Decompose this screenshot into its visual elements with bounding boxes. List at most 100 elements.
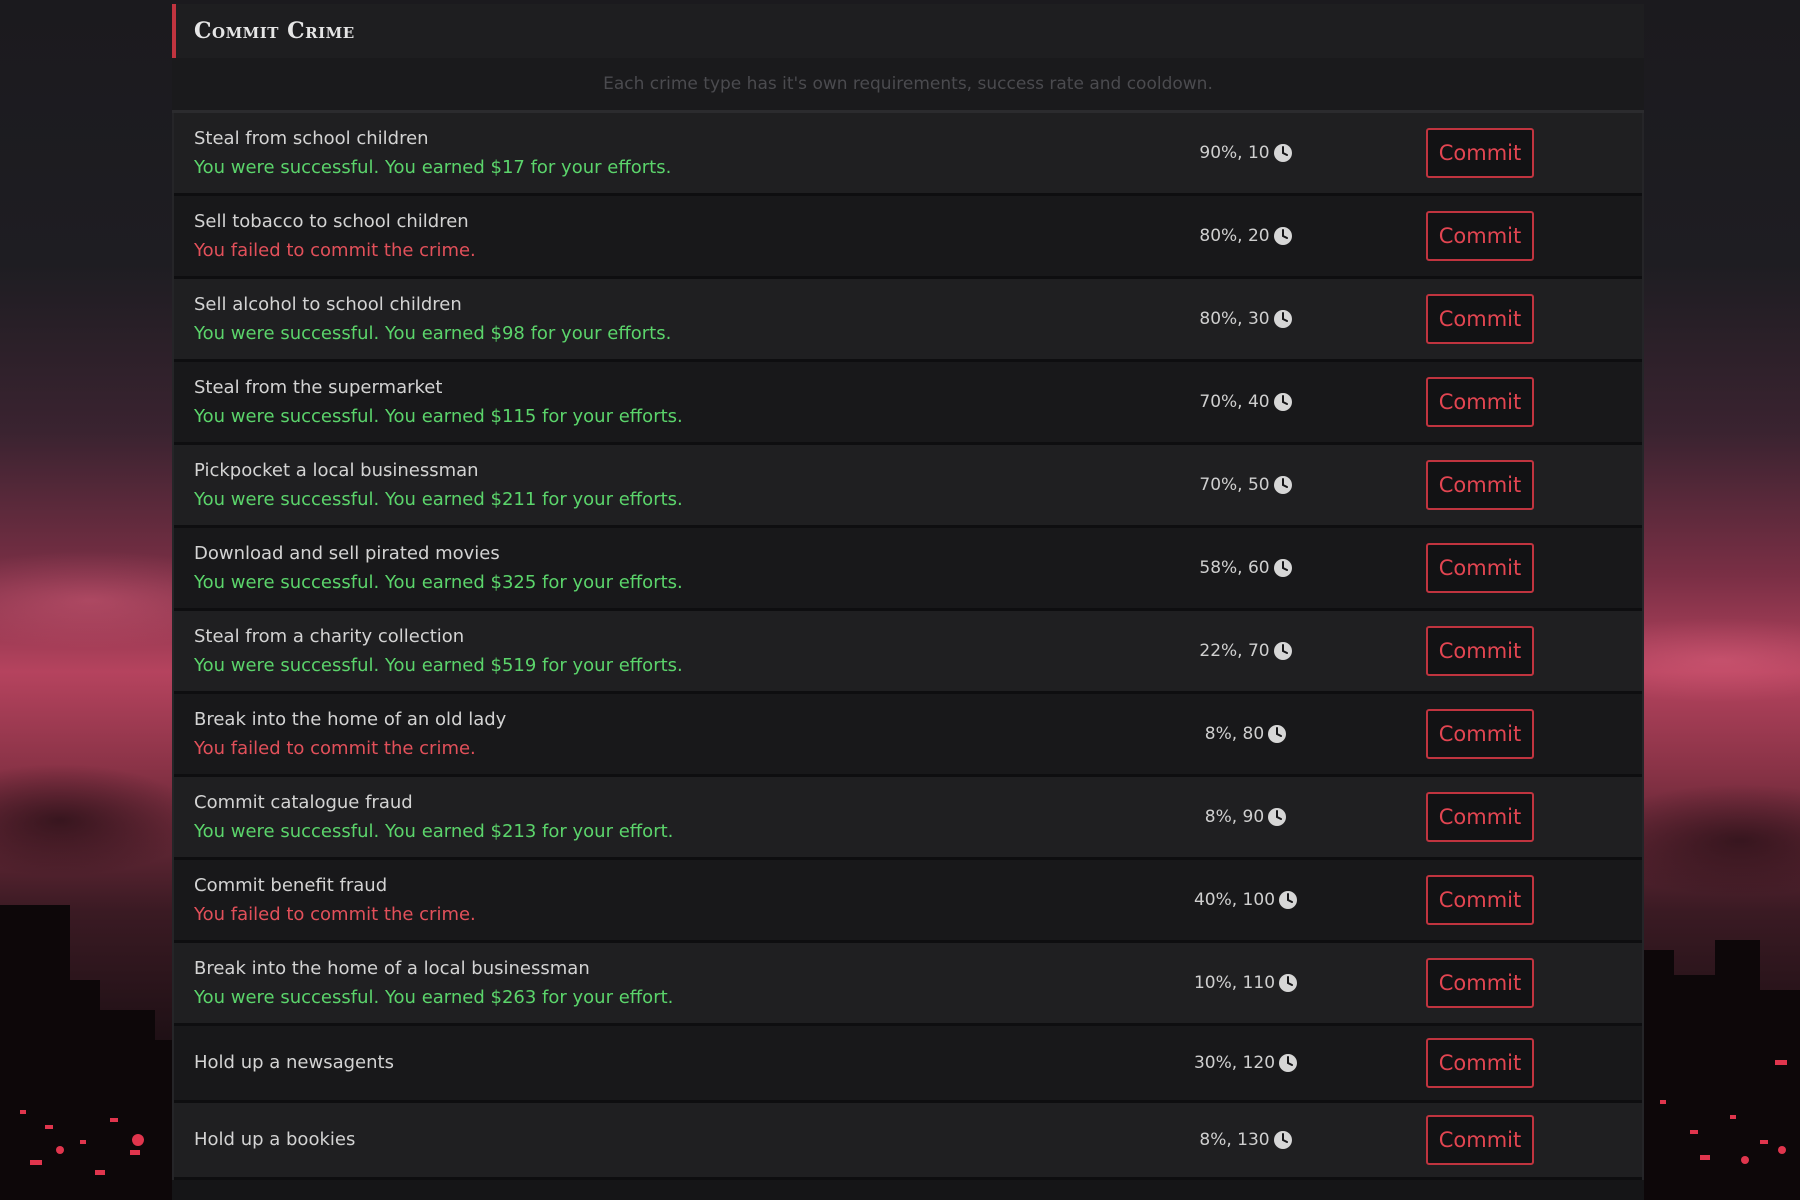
crime-row: Commit catalogue fraud You were successfu… [174, 777, 1642, 860]
crime-row: Steal from the supermarket You were succe… [174, 362, 1642, 445]
panel-description: Each crime type has it's own requirement… [172, 58, 1644, 113]
panel-header: Commit Crime [172, 4, 1644, 58]
crime-name: Hold up a newsagents [194, 1052, 394, 1073]
clock-icon [1273, 226, 1293, 246]
crime-stats: 30%, 120 [1136, 1026, 1356, 1100]
crime-stats: 8%, 80 [1136, 694, 1356, 774]
success-rate-cooldown: 8%, 130 [1199, 1130, 1270, 1150]
crime-name: Steal from a charity collection [194, 625, 465, 647]
crime-result-fail: You failed to commit the crime. [194, 239, 476, 261]
clock-icon [1267, 724, 1287, 744]
crime-stats: 70%, 50 [1136, 445, 1356, 525]
commit-button[interactable]: Commit [1426, 211, 1534, 261]
commit-button[interactable]: Commit [1426, 460, 1534, 510]
commit-button[interactable]: Commit [1426, 792, 1534, 842]
clock-icon [1278, 973, 1298, 993]
crime-stats: 22%, 70 [1136, 611, 1356, 691]
clock-icon [1273, 1130, 1293, 1150]
clock-icon [1273, 309, 1293, 329]
success-rate-cooldown: 70%, 50 [1199, 475, 1270, 495]
commit-button[interactable]: Commit [1426, 377, 1534, 427]
clock-icon [1278, 1053, 1298, 1073]
crime-row: Commit benefit fraud You failed to commit… [174, 860, 1642, 943]
success-rate-cooldown: 80%, 30 [1199, 309, 1270, 329]
clock-icon [1267, 807, 1287, 827]
crime-info: Sell tobacco to school children You faile… [194, 196, 476, 276]
crime-row: Break into the home of a local businessm… [174, 943, 1642, 1026]
success-rate-cooldown: 10%, 110 [1193, 973, 1276, 993]
crime-name: Break into the home of a local businessm… [194, 957, 590, 979]
crime-info: Hold up a bookies [194, 1103, 355, 1177]
clock-icon [1273, 558, 1293, 578]
crime-stats: 8%, 130 [1136, 1103, 1356, 1177]
crime-info: Break into the home of an old lady You fa… [194, 694, 506, 774]
clock-icon [1273, 143, 1293, 163]
crime-stats: 90%, 10 [1136, 113, 1356, 193]
crime-result-success: You were successful. You earned $519 for… [194, 654, 683, 676]
commit-button[interactable]: Commit [1426, 294, 1534, 344]
crime-result-success: You were successful. You earned $325 for… [194, 571, 683, 593]
success-rate-cooldown: 22%, 70 [1199, 641, 1270, 661]
crime-name: Hold up a bookies [194, 1129, 356, 1150]
commit-button[interactable]: Commit [1426, 128, 1534, 178]
crime-info: Steal from school children You were succe… [194, 113, 671, 193]
success-rate-cooldown: 40%, 100 [1193, 890, 1276, 910]
crime-row: Download and sell pirated movies You were… [174, 528, 1642, 611]
crime-stats: 40%, 100 [1136, 860, 1356, 940]
crime-stats: 8%, 90 [1136, 777, 1356, 857]
crime-result-success: You were successful. You earned $115 for… [194, 405, 683, 427]
crime-name: Commit benefit fraud [194, 874, 388, 896]
crime-row: Steal from a charity collection You were … [174, 611, 1642, 694]
clock-icon [1273, 641, 1293, 661]
crime-row: Hold up a bookies 8%, 130 Commit [174, 1103, 1642, 1180]
success-rate-cooldown: 30%, 120 [1193, 1053, 1276, 1073]
crime-name: Sell alcohol to school children [194, 293, 462, 315]
commit-crime-panel: Commit Crime Each crime type has it's ow… [172, 4, 1644, 1200]
crime-name: Steal from the supermarket [194, 376, 443, 398]
crime-name: Download and sell pirated movies [194, 542, 500, 564]
crime-result-success: You were successful. You earned $17 for … [194, 156, 672, 178]
crime-info: Sell alcohol to school children You were … [194, 279, 671, 359]
crime-name: Pickpocket a local businessman [194, 459, 479, 481]
crime-stats: 58%, 60 [1136, 528, 1356, 608]
crime-result-fail: You failed to commit the crime. [194, 903, 476, 925]
crime-info: Break into the home of a local businessm… [194, 943, 673, 1023]
crime-name: Steal from school children [194, 127, 429, 149]
crime-result-fail: You failed to commit the crime. [194, 737, 476, 759]
crime-row: Sell alcohol to school children You were … [174, 279, 1642, 362]
crime-info: Download and sell pirated movies You were… [194, 528, 683, 608]
success-rate-cooldown: 8%, 80 [1204, 724, 1265, 744]
crime-stats: 80%, 30 [1136, 279, 1356, 359]
crime-row: Break into the home of an old lady You fa… [174, 694, 1642, 777]
crime-stats: 80%, 20 [1136, 196, 1356, 276]
crime-info: Steal from the supermarket You were succe… [194, 362, 683, 442]
panel-title: Commit Crime [194, 18, 355, 44]
crime-row: Steal from school children You were succe… [174, 113, 1642, 196]
crime-stats: 10%, 110 [1136, 943, 1356, 1023]
crime-name: Sell tobacco to school children [194, 210, 469, 232]
success-rate-cooldown: 80%, 20 [1199, 226, 1270, 246]
crime-info: Pickpocket a local businessman You were s… [194, 445, 683, 525]
clock-icon [1273, 475, 1293, 495]
commit-button[interactable]: Commit [1426, 709, 1534, 759]
commit-button[interactable]: Commit [1426, 543, 1534, 593]
crime-info: Steal from a charity collection You were … [194, 611, 683, 691]
crime-result-success: You were successful. You earned $98 for … [194, 322, 672, 344]
crime-info: Hold up a newsagents [194, 1026, 394, 1100]
commit-button[interactable]: Commit [1426, 875, 1534, 925]
crime-info: Commit catalogue fraud You were successfu… [194, 777, 673, 857]
commit-button[interactable]: Commit [1426, 1115, 1534, 1165]
crime-list: Steal from school children You were succe… [172, 113, 1644, 1180]
crime-name: Commit catalogue fraud [194, 791, 413, 813]
success-rate-cooldown: 58%, 60 [1199, 558, 1270, 578]
crime-result-success: You were successful. You earned $263 for… [194, 986, 674, 1008]
commit-button[interactable]: Commit [1426, 1038, 1534, 1088]
crime-row: Pickpocket a local businessman You were s… [174, 445, 1642, 528]
success-rate-cooldown: 90%, 10 [1199, 143, 1270, 163]
commit-button[interactable]: Commit [1426, 626, 1534, 676]
crime-row: Sell tobacco to school children You faile… [174, 196, 1642, 279]
crime-name: Break into the home of an old lady [194, 708, 507, 730]
success-rate-cooldown: 8%, 90 [1204, 807, 1265, 827]
commit-button[interactable]: Commit [1426, 958, 1534, 1008]
crime-result-success: You were successful. You earned $213 for… [194, 820, 674, 842]
